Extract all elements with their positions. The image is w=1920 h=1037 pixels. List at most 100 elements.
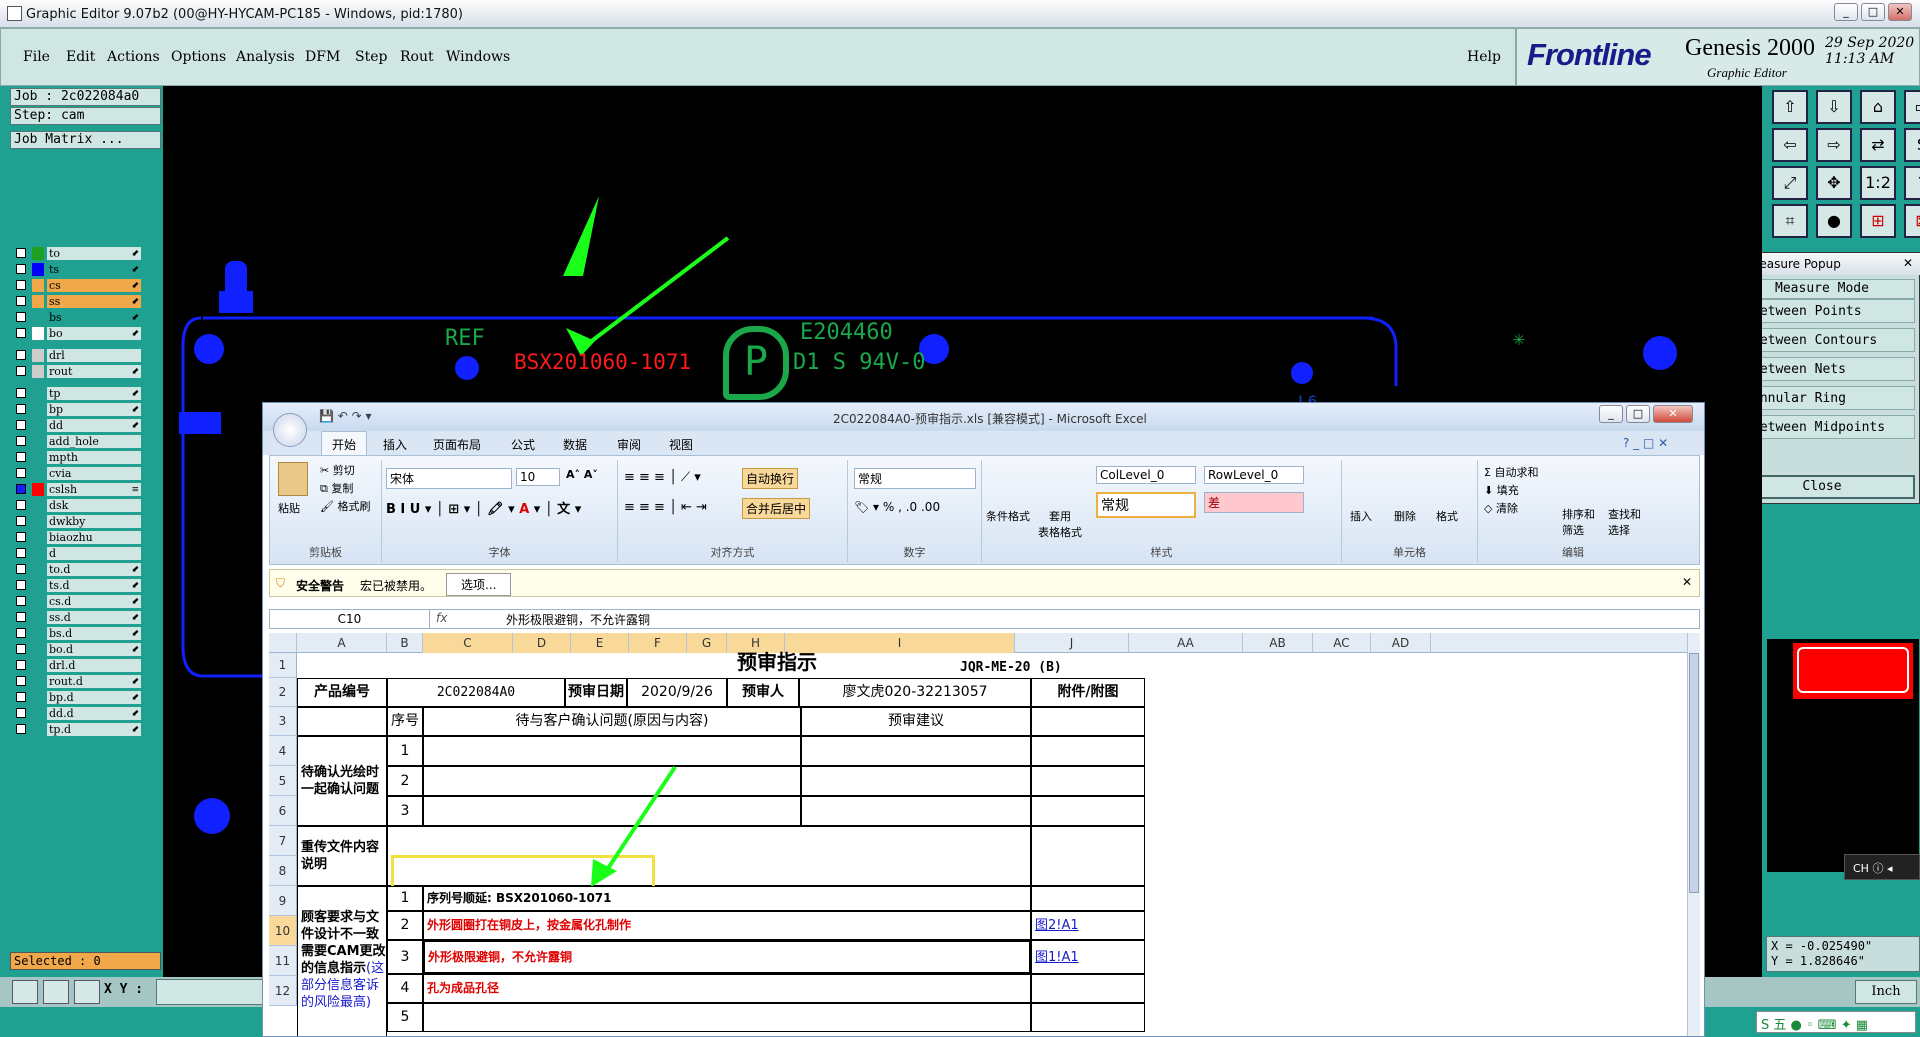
layer-checkbox[interactable] — [16, 516, 26, 526]
style-normal[interactable]: 常规 — [1096, 492, 1196, 518]
resend-content-cell[interactable] — [387, 826, 1031, 886]
layer-row-drl[interactable]: drl — [12, 348, 141, 363]
column-header[interactable]: AA — [1129, 633, 1243, 653]
row-header[interactable]: 2 — [269, 678, 297, 707]
column-header[interactable]: AB — [1243, 633, 1313, 653]
ime-status-bar[interactable]: S 五 ● ◦ ⌨ ✦ ▦ — [1756, 1011, 1916, 1033]
section-cam-change-label[interactable]: 顾客要求与文件设计不一致需要CAM更改的信息指示(这部分信息客诉的风险最高) — [297, 886, 387, 1036]
layer-name[interactable]: dd ⬋ — [47, 419, 141, 432]
layer-name[interactable]: bo.d ⬋ — [47, 643, 141, 656]
tool-up-icon[interactable]: ⇧ — [1772, 90, 1808, 124]
layer-name[interactable]: ts ⬋ — [47, 263, 141, 276]
layer-name[interactable]: dd.d ⬋ — [47, 707, 141, 720]
menu-actions[interactable]: Actions — [107, 49, 160, 65]
layer-row-cslsh[interactable]: cslsh ≡ — [12, 482, 141, 497]
layer-name[interactable]: bs.d ⬋ — [47, 627, 141, 640]
layer-row-cs[interactable]: cs ⬋ — [12, 278, 141, 293]
product-no-value[interactable]: 2C022084A0 — [387, 678, 565, 707]
layer-name[interactable]: cvia — [47, 467, 141, 480]
row-header[interactable]: 6 — [269, 796, 297, 826]
layer-name[interactable]: d — [47, 547, 141, 560]
item-attachment-link[interactable] — [1031, 1003, 1145, 1032]
layer-checkbox[interactable] — [16, 724, 26, 734]
layer-row-dd[interactable]: dd ⬋ — [12, 418, 141, 433]
layer-row-dwkby[interactable]: dwkby — [12, 514, 141, 529]
layer-name[interactable]: bs ⬋ — [47, 311, 141, 324]
row-header[interactable]: 1 — [269, 653, 297, 678]
layer-color-swatch[interactable] — [32, 675, 44, 688]
autosum-button[interactable]: Σ 自动求和 — [1484, 464, 1538, 480]
confirm-attach-cell[interactable] — [1031, 766, 1145, 796]
confirm-advice-cell[interactable] — [801, 796, 1031, 826]
name-box[interactable]: C10 — [270, 610, 430, 628]
job-matrix-button[interactable]: Job Matrix ... — [10, 131, 161, 149]
merge-center-button[interactable]: 合并后居中 — [742, 498, 811, 519]
layer-checkbox[interactable] — [16, 564, 26, 574]
layer-color-swatch[interactable] — [32, 419, 44, 432]
vertical-align-buttons[interactable]: ≡ ≡ ≡ │ ⟋ ▾ — [624, 470, 701, 485]
layer-checkbox[interactable] — [16, 248, 26, 258]
layer-row-dd-d[interactable]: dd.d ⬋ — [12, 706, 141, 721]
tool-center-icon[interactable]: ✥ — [1816, 166, 1852, 200]
tool-help-icon[interactable]: ? — [1904, 166, 1920, 200]
date-label[interactable]: 预审日期 — [565, 678, 627, 707]
font-grow-shrink-icon[interactable]: A˄ A˅ — [566, 468, 598, 481]
tool-fit-icon[interactable]: ⤢ — [1772, 166, 1808, 200]
layer-name[interactable]: rout.d ⬋ — [47, 675, 141, 688]
layer-checkbox[interactable] — [16, 628, 26, 638]
layer-color-swatch[interactable] — [32, 691, 44, 704]
wrap-text-button[interactable]: 自动换行 — [742, 468, 799, 489]
layer-row-to-d[interactable]: to.d ⬋ — [12, 562, 141, 577]
layer-checkbox[interactable] — [16, 468, 26, 478]
layer-row-rout-d[interactable]: rout.d ⬋ — [12, 674, 141, 689]
font-style-buttons[interactable]: B I U ▾ │ ⊞ ▾ │ 🖍 ▾ A ▾ │ 文 ▾ — [386, 498, 581, 517]
layer-checkbox[interactable] — [16, 366, 26, 376]
menu-rout[interactable]: Rout — [400, 49, 434, 65]
tool-grid-icon[interactable]: ⌗ — [1772, 204, 1808, 238]
layer-color-swatch[interactable] — [32, 467, 44, 480]
column-header[interactable]: D — [513, 633, 571, 653]
attachment-label[interactable]: 附件/附图 — [1031, 678, 1145, 707]
item-attachment-link[interactable] — [1031, 974, 1145, 1003]
excel-close-button[interactable]: ✕ — [1653, 405, 1693, 423]
style-rowlevel[interactable]: RowLevel_0 — [1204, 466, 1304, 484]
tool-swap-icon[interactable]: ⇄ — [1860, 128, 1896, 162]
font-name-select[interactable]: 宋体 — [386, 468, 512, 489]
tool-scale-icon[interactable]: 1:2 — [1860, 166, 1896, 200]
confirm-advice-cell[interactable] — [801, 736, 1031, 766]
layer-row-tp-d[interactable]: tp.d ⬋ — [12, 722, 141, 737]
product-no-label[interactable]: 产品编号 — [297, 678, 387, 707]
layer-color-swatch[interactable] — [32, 547, 44, 560]
layer-checkbox[interactable] — [16, 436, 26, 446]
item-attachment-link[interactable] — [1031, 886, 1145, 911]
tab-page-layout[interactable]: 页面布局 — [433, 436, 481, 453]
confirm-advice-cell[interactable] — [801, 766, 1031, 796]
format-painter-button[interactable]: 🖌 格式刷 — [320, 498, 370, 514]
menu-help[interactable]: Help — [1467, 49, 1501, 65]
tool-down-icon[interactable]: ⇩ — [1816, 90, 1852, 124]
row-header[interactable]: 8 — [269, 856, 297, 886]
layer-row-to[interactable]: to ⬋ — [12, 246, 141, 261]
scrollbar-thumb[interactable] — [1689, 653, 1699, 893]
layer-color-swatch[interactable] — [32, 579, 44, 592]
layer-row-ts-d[interactable]: ts.d ⬋ — [12, 578, 141, 593]
layer-color-swatch[interactable] — [32, 515, 44, 528]
row-header[interactable]: 4 — [269, 736, 297, 766]
layer-row-ss-d[interactable]: ss.d ⬋ — [12, 610, 141, 625]
minimize-button[interactable]: _ — [1834, 3, 1858, 21]
tab-data[interactable]: 数据 — [563, 436, 587, 453]
layer-checkbox[interactable] — [16, 404, 26, 414]
row-header[interactable]: 12 — [269, 976, 297, 1006]
column-header[interactable]: J — [1015, 633, 1129, 653]
tool-s-icon[interactable]: S — [1904, 128, 1920, 162]
layer-name[interactable]: dwkby — [47, 515, 141, 528]
layer-row-add-hole[interactable]: add_hole — [12, 434, 141, 449]
tool-measure-net-icon[interactable]: ⊠ — [1904, 204, 1920, 238]
row-header[interactable]: 3 — [269, 707, 297, 736]
tool-panel-icon[interactable]: ▭ — [1904, 90, 1920, 124]
row-header[interactable]: 9 — [269, 886, 297, 916]
layer-color-swatch[interactable] — [32, 435, 44, 448]
layer-name[interactable]: drl.d — [47, 659, 141, 672]
layer-name[interactable]: ss ⬋ — [47, 295, 141, 308]
tool-snap-icon[interactable]: ● — [1816, 204, 1852, 238]
